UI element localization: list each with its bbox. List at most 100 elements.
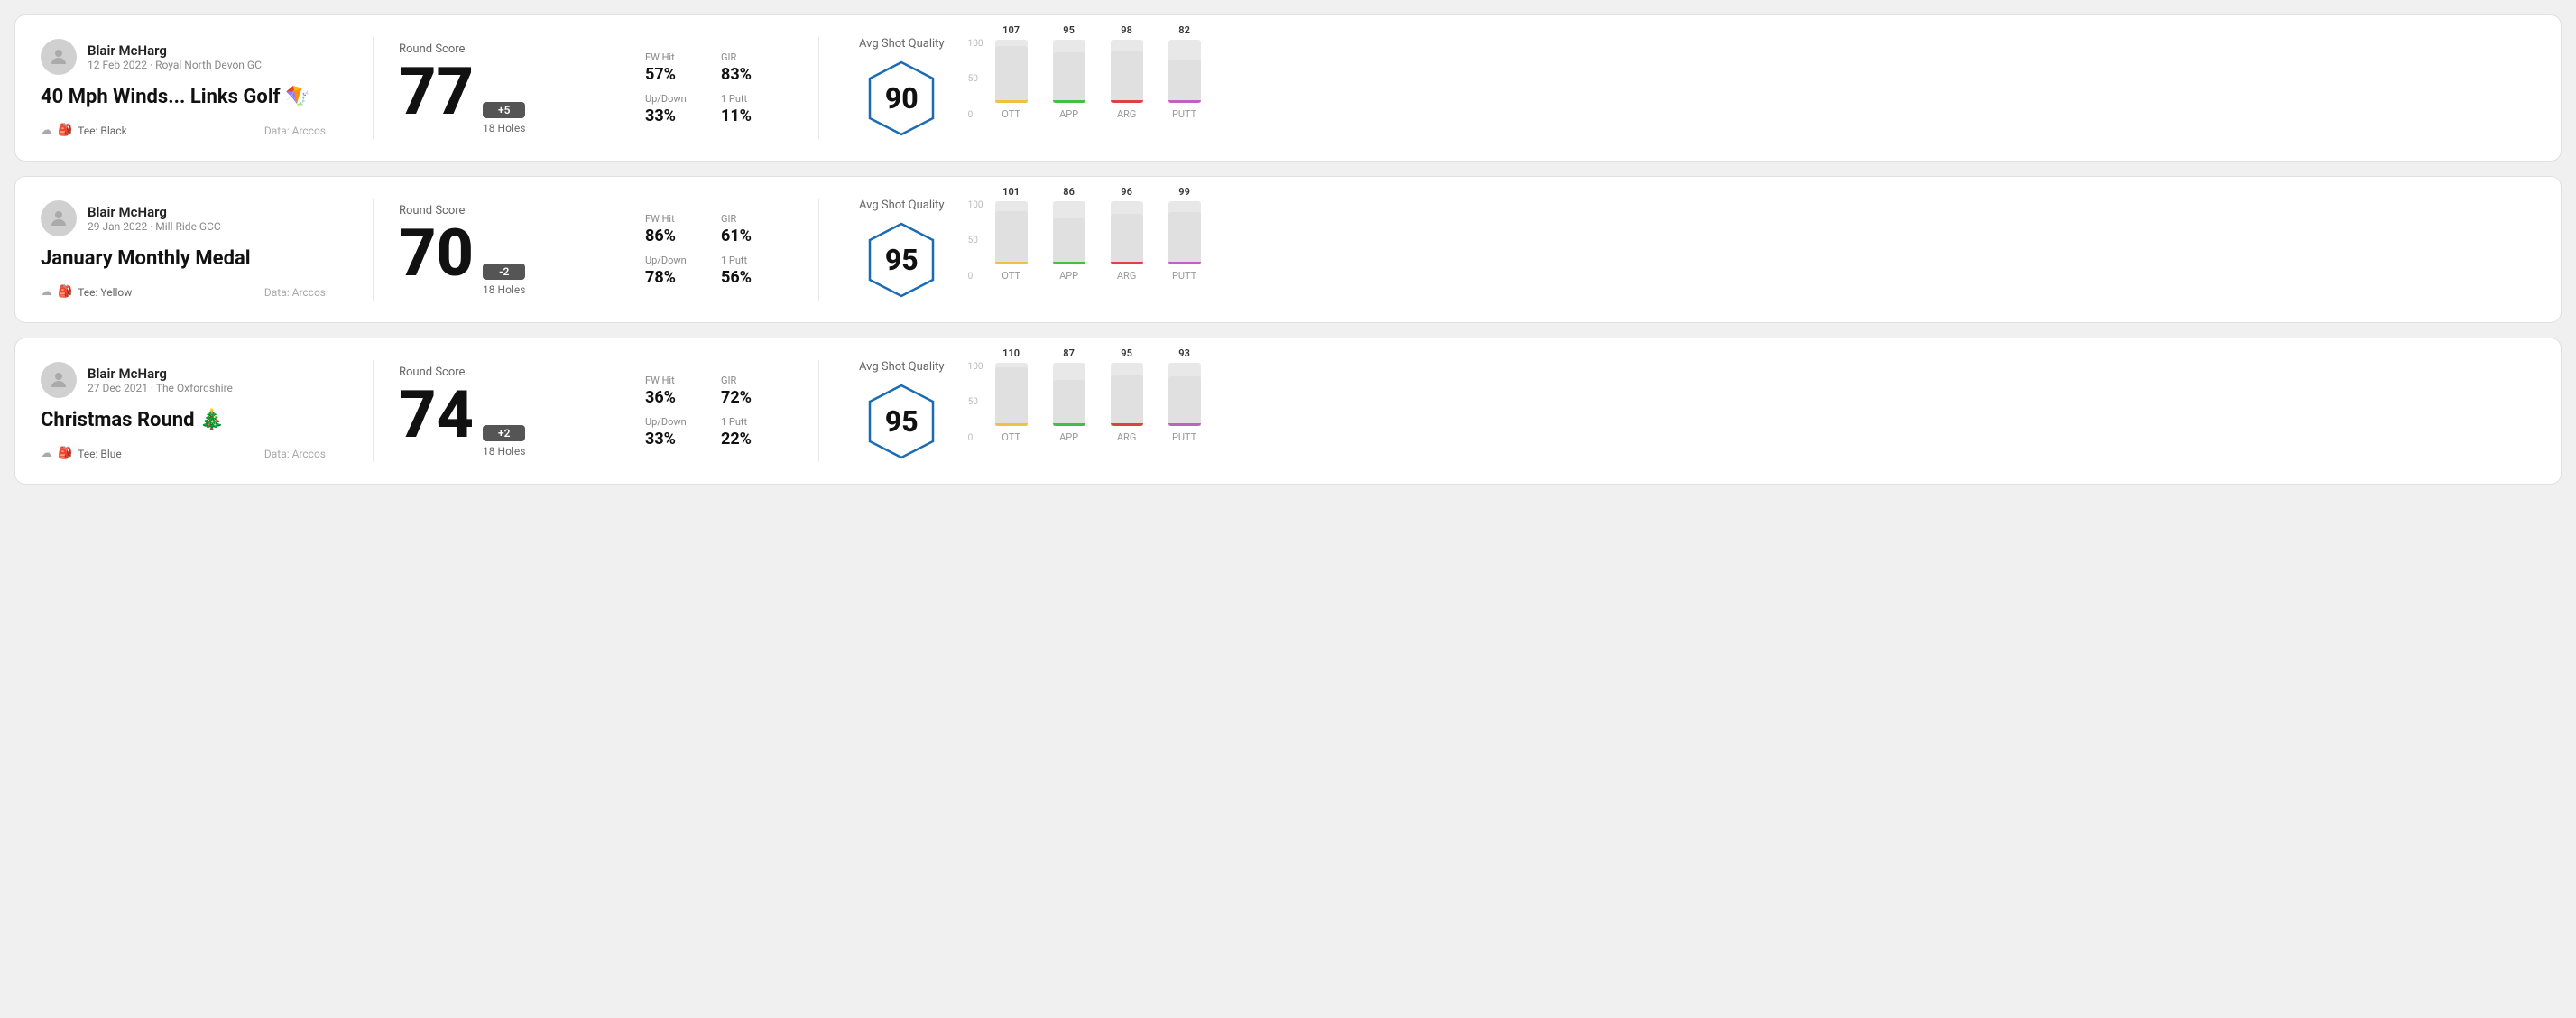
score-badge-col: +2 18 Holes	[483, 425, 525, 458]
fw-hit-label: FW Hit	[645, 51, 703, 63]
oneputt-value: 22%	[721, 430, 779, 449]
quality-score: 95	[885, 404, 919, 439]
updown-label: Up/Down	[645, 255, 703, 266]
gir-stat: GIR 83%	[721, 51, 779, 84]
bar-background	[995, 40, 1028, 103]
updown-value: 33%	[645, 430, 703, 449]
quality-score: 95	[885, 243, 919, 277]
fw-hit-value: 86%	[645, 227, 703, 245]
gir-label: GIR	[721, 375, 779, 386]
bar-background	[1111, 201, 1143, 264]
bag-icon: 🎒	[58, 447, 72, 460]
bar-background	[1053, 201, 1085, 264]
bar-chart: 100500 107 OTT 95 APP 98 ARG 82	[966, 39, 2535, 138]
divider	[373, 360, 374, 462]
avatar	[41, 362, 77, 398]
user-info: Blair McHarg 27 Dec 2021 · The Oxfordshi…	[88, 366, 233, 394]
tee-info: ☁ 🎒 Tee: Yellow	[41, 285, 132, 299]
score-section: Round Score 70 -2 18 Holes	[399, 204, 579, 296]
quality-label: Avg Shot Quality	[859, 37, 945, 51]
user-name: Blair McHarg	[88, 366, 233, 382]
stats-grid: FW Hit 57% GIR 83% Up/Down 33% 1 Putt 11…	[645, 51, 779, 125]
gir-value: 72%	[721, 388, 779, 407]
score-holes: 18 Holes	[483, 283, 525, 296]
stats-grid: FW Hit 36% GIR 72% Up/Down 33% 1 Putt 22…	[645, 375, 779, 449]
oneputt-stat: 1 Putt 11%	[721, 93, 779, 125]
bar-background	[1168, 40, 1201, 103]
avatar	[41, 200, 77, 236]
bar-background	[1168, 363, 1201, 426]
score-row: 70 -2 18 Holes	[399, 221, 579, 296]
tee-label: Tee: Black	[78, 125, 126, 137]
hexagon-container: 90	[859, 58, 945, 139]
oneputt-label: 1 Putt	[721, 416, 779, 428]
user-info: Blair McHarg 29 Jan 2022 · Mill Ride GCC	[88, 204, 221, 233]
quality-section: Avg Shot Quality 90 100500 107 OTT 95	[845, 37, 2535, 139]
oneputt-label: 1 Putt	[721, 93, 779, 105]
card-meta: ☁ 🎒 Tee: Blue Data: Arccos	[41, 447, 326, 460]
score-number: 70	[399, 221, 474, 286]
updown-value: 78%	[645, 268, 703, 287]
updown-stat: Up/Down 78%	[645, 255, 703, 287]
score-diff-badge: +2	[483, 425, 525, 441]
score-diff-badge: -2	[483, 264, 525, 280]
divider	[818, 360, 819, 462]
data-source: Data: Arccos	[264, 286, 326, 299]
updown-stat: Up/Down 33%	[645, 416, 703, 449]
gir-stat: GIR 72%	[721, 375, 779, 407]
gir-label: GIR	[721, 213, 779, 225]
bar-column: 107 OTT	[995, 24, 1028, 120]
avatar	[41, 39, 77, 75]
score-holes: 18 Holes	[483, 445, 525, 458]
card-left: Blair McHarg 29 Jan 2022 · Mill Ride GCC…	[41, 200, 347, 299]
user-row: Blair McHarg 12 Feb 2022 · Royal North D…	[41, 39, 326, 75]
weather-icon: ☁	[41, 447, 52, 460]
bar-column: 87 APP	[1053, 347, 1085, 443]
user-date: 29 Jan 2022 · Mill Ride GCC	[88, 220, 221, 233]
bar-background	[1053, 40, 1085, 103]
user-row: Blair McHarg 29 Jan 2022 · Mill Ride GCC	[41, 200, 326, 236]
gir-stat: GIR 61%	[721, 213, 779, 245]
card-meta: ☁ 🎒 Tee: Yellow Data: Arccos	[41, 285, 326, 299]
quality-section: Avg Shot Quality 95 100500 110 OTT 87	[845, 360, 2535, 462]
bar-column: 101 OTT	[995, 186, 1028, 282]
card-left: Blair McHarg 12 Feb 2022 · Royal North D…	[41, 39, 347, 137]
fw-hit-value: 36%	[645, 388, 703, 407]
round-card: Blair McHarg 12 Feb 2022 · Royal North D…	[14, 14, 2562, 162]
bar-column: 93 PUTT	[1168, 347, 1201, 443]
round-title: Christmas Round 🎄	[41, 409, 326, 432]
fw-hit-label: FW Hit	[645, 375, 703, 386]
round-card: Blair McHarg 27 Dec 2021 · The Oxfordshi…	[14, 338, 2562, 485]
divider	[818, 37, 819, 139]
quality-label: Avg Shot Quality	[859, 199, 945, 212]
updown-label: Up/Down	[645, 93, 703, 105]
divider	[373, 199, 374, 301]
tee-label: Tee: Yellow	[78, 286, 132, 299]
card-left: Blair McHarg 27 Dec 2021 · The Oxfordshi…	[41, 362, 347, 460]
score-row: 77 +5 18 Holes	[399, 60, 579, 134]
score-number: 74	[399, 383, 474, 448]
quality-left: Avg Shot Quality 95	[859, 360, 945, 462]
bar-background	[1168, 201, 1201, 264]
fw-hit-label: FW Hit	[645, 213, 703, 225]
tee-info: ☁ 🎒 Tee: Blue	[41, 447, 122, 460]
bar-column: 110 OTT	[995, 347, 1028, 443]
weather-icon: ☁	[41, 285, 52, 299]
hexagon-container: 95	[859, 381, 945, 462]
score-number: 77	[399, 60, 474, 125]
hexagon: 95	[861, 219, 942, 301]
user-info: Blair McHarg 12 Feb 2022 · Royal North D…	[88, 42, 262, 71]
oneputt-label: 1 Putt	[721, 255, 779, 266]
user-row: Blair McHarg 27 Dec 2021 · The Oxfordshi…	[41, 362, 326, 398]
oneputt-value: 11%	[721, 106, 779, 125]
fw-hit-stat: FW Hit 57%	[645, 51, 703, 84]
divider	[818, 199, 819, 301]
score-holes: 18 Holes	[483, 122, 525, 134]
bar-background	[1053, 363, 1085, 426]
quality-left: Avg Shot Quality 95	[859, 199, 945, 301]
divider	[373, 37, 374, 139]
user-date: 27 Dec 2021 · The Oxfordshire	[88, 382, 233, 394]
updown-value: 33%	[645, 106, 703, 125]
stats-grid: FW Hit 86% GIR 61% Up/Down 78% 1 Putt 56…	[645, 213, 779, 287]
quality-left: Avg Shot Quality 90	[859, 37, 945, 139]
